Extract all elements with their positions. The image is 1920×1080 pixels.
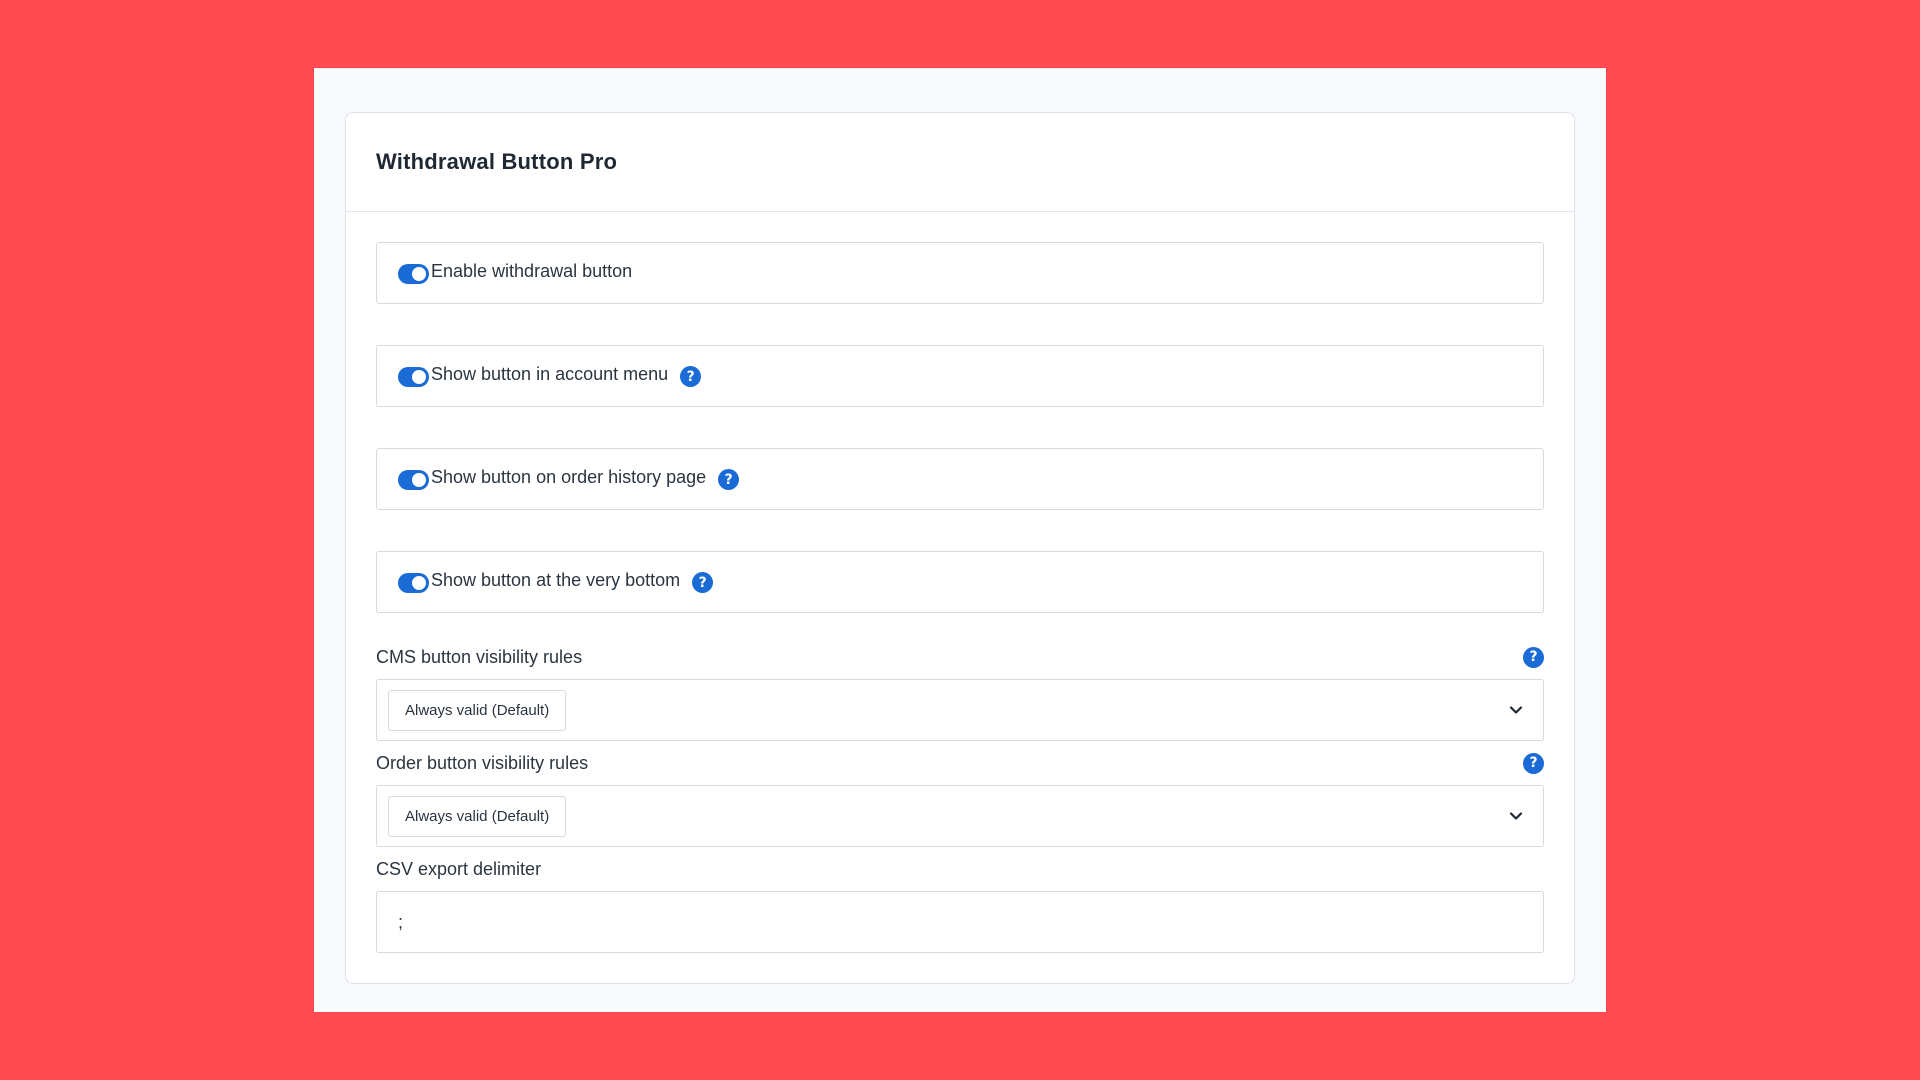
toggle-switch-icon[interactable] xyxy=(398,367,429,387)
csv-delimiter-field: CSV export delimiter ; xyxy=(376,855,1544,953)
cms-visibility-select[interactable]: Always valid (Default) xyxy=(376,679,1544,741)
csv-delimiter-input[interactable]: ; xyxy=(376,891,1544,953)
help-icon[interactable]: ? xyxy=(718,469,740,490)
toggle-label: Enable withdrawal button xyxy=(431,260,633,281)
panel-title: Withdrawal Button Pro xyxy=(376,149,618,174)
field-label-row: CSV export delimiter xyxy=(376,855,1544,883)
help-icon[interactable]: ? xyxy=(692,572,714,593)
panel-header: Withdrawal Button Pro xyxy=(346,113,1574,212)
settings-panel: Withdrawal Button Pro Enable withdrawal … xyxy=(345,112,1575,984)
toggle-knob xyxy=(412,267,426,281)
cms-visibility-field: CMS button visibility rules ? Always val… xyxy=(376,643,1544,741)
selected-option-chip[interactable]: Always valid (Default) xyxy=(388,795,567,837)
field-label-row: Order button visibility rules ? xyxy=(376,749,1544,777)
order-visibility-field: Order button visibility rules ? Always v… xyxy=(376,749,1544,847)
setting-enable-withdrawal-button: Enable withdrawal button xyxy=(376,242,1544,304)
order-visibility-label: Order button visibility rules xyxy=(376,752,589,773)
panel-body: Enable withdrawal button Show button in … xyxy=(346,212,1574,953)
toggle-label: Show button at the very bottom xyxy=(431,569,681,590)
order-visibility-select[interactable]: Always valid (Default) xyxy=(376,785,1544,847)
toggle-switch-icon[interactable] xyxy=(398,264,429,284)
toggle-label: Show button in account menu xyxy=(431,363,669,384)
csv-delimiter-label: CSV export delimiter xyxy=(376,858,542,879)
setting-show-at-bottom: Show button at the very bottom ? xyxy=(376,551,1544,613)
help-icon[interactable]: ? xyxy=(680,366,702,387)
toggle-switch-icon[interactable] xyxy=(398,470,429,490)
chevron-down-icon[interactable] xyxy=(1507,807,1525,825)
toggle-knob xyxy=(412,473,426,487)
screenshot-frame: Withdrawal Button Pro Enable withdrawal … xyxy=(314,68,1606,1012)
setting-show-in-account-menu: Show button in account menu ? xyxy=(376,345,1544,407)
toggle-knob xyxy=(412,576,426,590)
chevron-down-icon[interactable] xyxy=(1507,701,1525,719)
setting-show-on-order-history: Show button on order history page ? xyxy=(376,448,1544,510)
toggle-switch-icon[interactable] xyxy=(398,573,429,593)
help-icon[interactable]: ? xyxy=(1523,646,1544,668)
selected-option-chip[interactable]: Always valid (Default) xyxy=(388,689,567,731)
cms-visibility-label: CMS button visibility rules xyxy=(376,646,583,667)
toggle-knob xyxy=(412,370,426,384)
help-icon[interactable]: ? xyxy=(1523,752,1544,774)
field-label-row: CMS button visibility rules ? xyxy=(376,643,1544,671)
toggle-label: Show button on order history page xyxy=(431,466,707,487)
